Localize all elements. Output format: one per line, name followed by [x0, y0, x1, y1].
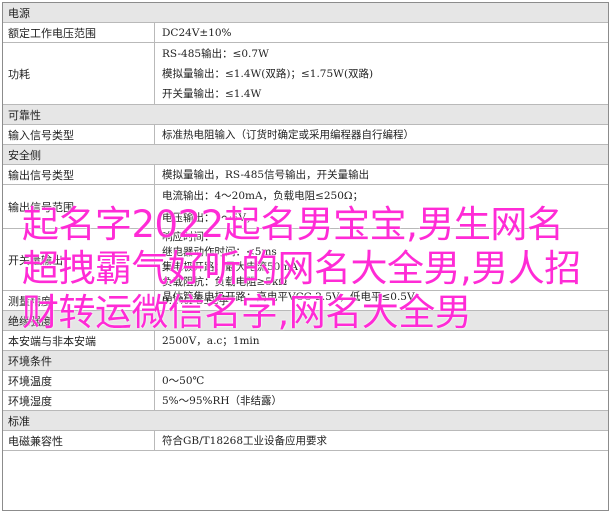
value-line: RS-485输出：≤0.7W: [162, 47, 269, 60]
row-label: 本安端与非本安端: [3, 331, 155, 350]
value-line: 负载阻抗：负载电阻≥5kΩ: [162, 276, 288, 288]
row-value: 标准热电阻输入（订货时确定或采用编程器自行编程）: [155, 125, 608, 144]
table-row: 开关量输出 响应时间： 继电器动作时间：<5ms 集电极开路：最大电流50mA， 负载阻…: [3, 229, 608, 303]
section-header: 安全侧: [3, 145, 608, 165]
table-row: 环境温度 0～50℃: [3, 371, 608, 391]
row-value: 0～50℃: [155, 371, 608, 390]
section-title: 电源: [8, 6, 30, 20]
section-header: 绝缘强度: [3, 311, 608, 331]
row-label: 测量精度: [3, 291, 155, 310]
value-line: 0.2%FS±2字: [162, 295, 230, 307]
table-row: 输出信号类型 模拟量输出，RS-485信号输出，开关量输出: [3, 165, 608, 185]
value-line: 继电器动作时间：<5ms: [162, 246, 277, 258]
section-title: 环境条件: [8, 354, 52, 368]
value-line: 集电极开路：最大电流50mA，: [162, 261, 309, 273]
row-label: 输入信号类型: [3, 125, 155, 144]
row-value: 电流输出：4～20mA，负载电阻≤250Ω； 电压输出：1～5V，: [155, 185, 608, 228]
section-title: 绝缘强度: [8, 314, 52, 328]
table-row: 输出信号范围 电流输出：4～20mA，负载电阻≤250Ω； 电压输出：1～5V，: [3, 185, 608, 229]
table-row: 本安端与非本安端 2500V，a.c；1min: [3, 331, 608, 351]
row-value: 2500V，a.c；1min: [155, 331, 608, 350]
row-label: 输出信号范围: [3, 185, 155, 228]
section-header: 环境条件: [3, 351, 608, 371]
table-row: 电磁兼容性 符合GB/T18268工业设备应用要求: [3, 431, 608, 451]
section-header: 可靠性: [3, 105, 608, 125]
table-row: 额定工作电压范围 DC24V±10%: [3, 23, 608, 43]
table-row: 测量精度 0.2%FS±2字: [3, 291, 608, 311]
spec-table: 电源额定工作电压范围 DC24V±10% 功耗 RS-485输出：≤0.7W 模拟量输出…: [2, 2, 609, 511]
value-line: 电压输出：1～5V，: [162, 211, 257, 224]
value-line: 5%～95%RH（非结露）: [162, 395, 283, 407]
row-label: 输出信号类型: [3, 165, 155, 184]
row-value: 响应时间： 继电器动作时间：<5ms 集电极开路：最大电流50mA， 负载阻抗：负载电…: [155, 229, 608, 303]
table-row: 环境湿度 5%～95%RH（非结露）: [3, 391, 608, 411]
value-line: 2500V，a.c；1min: [162, 335, 260, 347]
value-line: 模拟量输出：≤1.4W(双路)；≤1.75W(双路): [162, 67, 374, 80]
value-line: DC24V±10%: [162, 26, 232, 39]
row-label: 环境温度: [3, 371, 155, 390]
section-title: 可靠性: [8, 108, 41, 122]
value-line: 电流输出：4～20mA，负载电阻≤250Ω；: [162, 190, 364, 203]
row-label: 开关量输出: [3, 229, 155, 290]
row-value: 符合GB/T18268工业设备应用要求: [155, 431, 608, 450]
row-label: 电磁兼容性: [3, 431, 155, 450]
section-title: 标准: [8, 414, 30, 428]
row-label: 功耗: [3, 43, 155, 104]
row-value: RS-485输出：≤0.7W 模拟量输出：≤1.4W(双路)；≤1.75W(双路)…: [155, 43, 608, 104]
value-line: 标准热电阻输入（订货时确定或采用编程器自行编程）: [162, 129, 414, 141]
value-line: 0～50℃: [162, 375, 205, 387]
row-value: 模拟量输出，RS-485信号输出，开关量输出: [155, 165, 608, 184]
row-label: 额定工作电压范围: [3, 23, 155, 42]
value-line: 开关量输出：≤1.4W: [162, 88, 262, 101]
row-value: DC24V±10%: [155, 23, 608, 42]
section-header: 标准: [3, 411, 608, 431]
section-header: 电源: [3, 3, 608, 23]
value-line: 模拟量输出，RS-485信号输出，开关量输出: [162, 169, 370, 181]
row-label: 环境湿度: [3, 391, 155, 410]
value-line: 符合GB/T18268工业设备应用要求: [162, 435, 328, 447]
section-title: 安全侧: [8, 148, 41, 162]
table-row: 输入信号类型 标准热电阻输入（订货时确定或采用编程器自行编程）: [3, 125, 608, 145]
row-value: 5%～95%RH（非结露）: [155, 391, 608, 410]
value-line: 响应时间：: [162, 231, 215, 243]
table-row: 功耗 RS-485输出：≤0.7W 模拟量输出：≤1.4W(双路)；≤1.75W(双…: [3, 43, 608, 105]
row-value: 0.2%FS±2字: [155, 291, 608, 310]
